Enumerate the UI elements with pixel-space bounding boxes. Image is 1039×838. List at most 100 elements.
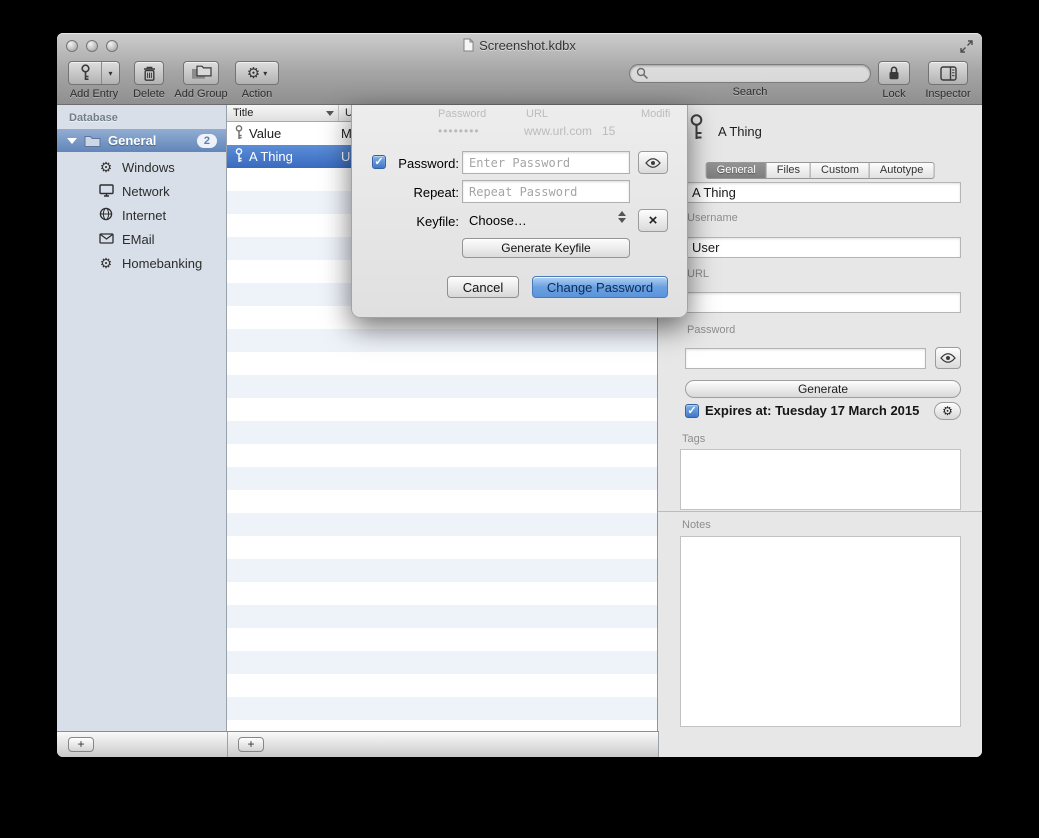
sidebar-item-windows[interactable]: ⚙ Windows	[57, 155, 226, 179]
entry-title-cell: Value	[249, 126, 333, 141]
app-window: Screenshot.kdbx ▾ Add Entry Delete	[57, 33, 982, 757]
sidebar-item-email[interactable]: EMail	[57, 227, 226, 251]
notes-label: Notes	[682, 519, 711, 531]
key-icon	[235, 125, 243, 143]
lock-label: Lock	[873, 88, 915, 100]
entry-key-icon	[689, 114, 704, 146]
ghost-url-value: www.url.com	[524, 124, 614, 138]
add-group-toolbar-item: Add Group	[174, 61, 228, 100]
entry-title-cell: A Thing	[249, 149, 333, 164]
gear-icon: ⚙	[97, 256, 115, 270]
gear-icon: ⚙	[247, 66, 260, 81]
delete-toolbar-item: Delete	[129, 61, 169, 100]
lock-toolbar-item: Lock	[873, 61, 915, 100]
notes-field[interactable]	[680, 536, 961, 727]
action-button[interactable]: ⚙ ▾	[235, 61, 279, 85]
fullscreen-icon[interactable]	[960, 40, 974, 54]
tags-field[interactable]	[680, 449, 961, 510]
expires-settings-button[interactable]: ⚙	[934, 402, 961, 420]
window-title-text: Screenshot.kdbx	[479, 38, 576, 53]
chevron-down-icon: ▾	[263, 69, 267, 78]
search-input[interactable]	[629, 64, 871, 83]
username-label: Username	[687, 212, 738, 224]
inspector-panel-icon	[940, 66, 957, 81]
add-group-plus-button[interactable]: +	[68, 737, 94, 752]
column-header-title[interactable]: Title	[227, 105, 339, 121]
dialog-reveal-password-button[interactable]	[638, 151, 668, 174]
popup-stepper-icon[interactable]	[618, 211, 626, 223]
sidebar-group-general[interactable]: General 2	[57, 129, 226, 152]
key-icon	[69, 62, 102, 84]
folder-icon	[84, 134, 101, 147]
bottom-bar: + +	[57, 731, 659, 757]
ghost-modified-value: 15	[602, 124, 632, 138]
sidebar-section-header: Database	[69, 112, 118, 124]
tab-custom[interactable]: Custom	[811, 162, 870, 179]
disclosure-triangle-icon[interactable]	[67, 138, 77, 144]
ghost-url-column: URL	[526, 108, 586, 120]
gear-icon: ⚙	[97, 160, 115, 174]
tab-general[interactable]: General	[706, 162, 767, 179]
username-field[interactable]	[685, 237, 961, 258]
section-divider	[658, 511, 982, 512]
expires-label: Expires at: Tuesday 17 March 2015	[705, 403, 919, 418]
tab-files[interactable]: Files	[767, 162, 811, 179]
eye-icon	[645, 158, 661, 168]
action-label: Action	[233, 88, 281, 100]
add-group-button[interactable]	[183, 61, 219, 85]
bottom-bar-divider	[227, 732, 228, 757]
window-title: Screenshot.kdbx	[57, 38, 982, 53]
cancel-button[interactable]: Cancel	[447, 276, 519, 298]
lock-button[interactable]	[878, 61, 910, 85]
tags-label: Tags	[682, 433, 705, 445]
delete-label: Delete	[129, 88, 169, 100]
lock-icon	[887, 65, 901, 81]
group-count-badge: 2	[197, 134, 217, 148]
generate-password-button[interactable]: Generate	[685, 380, 961, 398]
generate-keyfile-button[interactable]: Generate Keyfile	[462, 238, 630, 258]
chevron-down-icon[interactable]: ▾	[102, 62, 119, 84]
add-entry-toolbar-item: ▾ Add Entry	[63, 61, 125, 100]
gear-icon: ⚙	[942, 404, 953, 418]
folders-icon	[191, 65, 212, 81]
inspector-button[interactable]	[928, 61, 968, 85]
title-field[interactable]	[685, 182, 961, 203]
sidebar-item-internet[interactable]: Internet	[57, 203, 226, 227]
sidebar-item-label: EMail	[122, 232, 155, 247]
add-entry-plus-button[interactable]: +	[238, 737, 264, 752]
clear-keyfile-button[interactable]: ×	[638, 209, 668, 232]
sidebar-item-label: Windows	[122, 160, 175, 175]
dialog-repeat-label: Repeat:	[352, 185, 459, 200]
url-field[interactable]	[685, 292, 961, 313]
password-field[interactable]	[685, 348, 926, 369]
inspector-entry-title: A Thing	[718, 124, 762, 139]
add-entry-label: Add Entry	[63, 88, 125, 100]
sort-desc-icon	[326, 111, 334, 116]
sidebar-item-label: Internet	[122, 208, 166, 223]
sidebar-item-network[interactable]: Network	[57, 179, 226, 203]
add-entry-button[interactable]: ▾	[68, 61, 120, 85]
search-icon	[636, 67, 649, 80]
ghost-password-column: Password	[438, 108, 508, 120]
inspector-tabs: General Files Custom Autotype	[706, 162, 935, 179]
tab-autotype[interactable]: Autotype	[870, 162, 934, 179]
sidebar: Database General 2 ⚙ Windows Network Int…	[57, 105, 227, 731]
delete-button[interactable]	[134, 61, 164, 85]
reveal-password-button[interactable]	[935, 347, 961, 369]
sidebar-item-homebanking[interactable]: ⚙ Homebanking	[57, 251, 226, 275]
ghost-modified-column: Modified	[641, 108, 671, 120]
ghost-password-value: ••••••••	[438, 124, 518, 138]
keyfile-popup[interactable]: Choose…	[469, 213, 527, 228]
dialog-password-input[interactable]	[462, 151, 630, 174]
dialog-repeat-input[interactable]	[462, 180, 630, 203]
dialog-password-label: Password:	[352, 156, 459, 171]
envelope-icon	[97, 232, 115, 246]
change-password-button[interactable]: Change Password	[532, 276, 668, 298]
url-label: URL	[687, 268, 709, 280]
change-password-sheet: Password URL Modified •••••••• www.url.c…	[351, 105, 688, 318]
sidebar-group-label: General	[108, 133, 156, 148]
inspector-label: Inspector	[921, 88, 975, 100]
inspector-panel: A Thing General Files Custom Autotype Us…	[658, 105, 982, 757]
sidebar-item-label: Homebanking	[122, 256, 202, 271]
expires-checkbox[interactable]: ✓	[685, 404, 699, 418]
